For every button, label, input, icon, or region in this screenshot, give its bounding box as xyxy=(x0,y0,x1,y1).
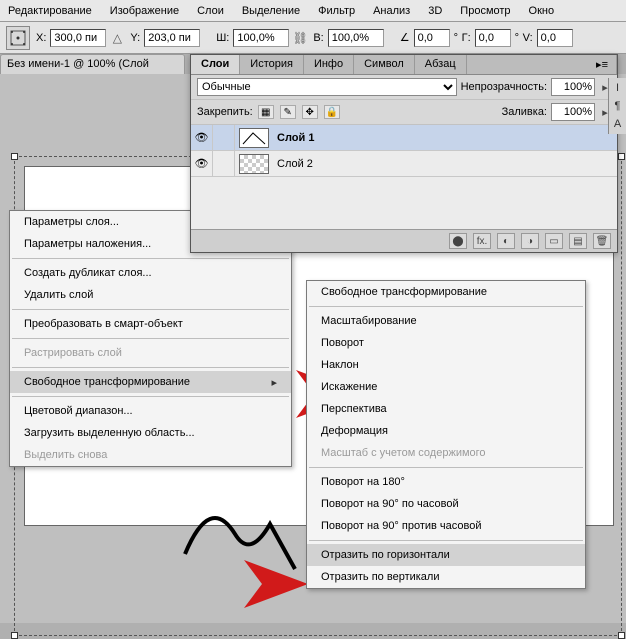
mask-icon[interactable]: ◐ xyxy=(497,233,515,249)
options-bar: X: △ Y: Ш: ⛓ В: ∠ ° Г: ° V: xyxy=(0,22,626,54)
layer-name[interactable]: Слой 1 xyxy=(277,132,314,144)
v-input[interactable] xyxy=(537,29,573,47)
menu-item[interactable]: Масштабирование xyxy=(307,310,585,332)
sidestrip-icon[interactable]: I xyxy=(616,82,619,94)
w-input[interactable] xyxy=(233,29,289,47)
link-icon[interactable]: ⛓ xyxy=(293,29,307,47)
menu-view[interactable]: Просмотр xyxy=(460,5,510,17)
tab-paragraph[interactable]: Абзац xyxy=(415,55,467,74)
menu-item: Выделить снова xyxy=(10,444,291,466)
menu-window[interactable]: Окно xyxy=(529,5,555,17)
layer-row[interactable]: 👁 Слой 1 xyxy=(191,125,617,151)
sidestrip-icon[interactable]: ¶ xyxy=(615,100,621,112)
reference-point-icon[interactable] xyxy=(6,26,30,50)
y-label: Y: xyxy=(130,32,140,44)
delete-icon[interactable]: 🗑 xyxy=(593,233,611,249)
fill-input[interactable] xyxy=(551,103,595,121)
menu-item[interactable]: Поворот на 90° против часовой xyxy=(307,515,585,537)
handle-ne[interactable] xyxy=(618,153,625,160)
fx-icon[interactable]: fx. xyxy=(473,233,491,249)
menu-item[interactable]: Отразить по вертикали xyxy=(307,566,585,588)
menubar: Редактирование Изображение Слои Выделени… xyxy=(0,0,626,22)
layers-panel: Слои История Инфо Символ Абзац ▸≡ Обычны… xyxy=(190,54,618,253)
opacity-input[interactable] xyxy=(551,78,595,96)
menu-item[interactable]: Наклон xyxy=(307,354,585,376)
h-label: В: xyxy=(313,32,323,44)
menu-item[interactable]: Искажение xyxy=(307,376,585,398)
side-toolstrip: I ¶ A xyxy=(608,78,626,134)
menu-item: Растрировать слой xyxy=(10,342,291,364)
v-label: V: xyxy=(523,32,533,44)
x-input[interactable] xyxy=(50,29,106,47)
lock-image-icon[interactable]: ✎ xyxy=(280,105,296,119)
menu-item[interactable]: Перспектива xyxy=(307,398,585,420)
menu-edit[interactable]: Редактирование xyxy=(8,5,92,17)
menu-item[interactable]: Свободное трансформирование xyxy=(307,281,585,303)
menu-3d[interactable]: 3D xyxy=(428,5,442,17)
new-layer-icon[interactable]: ▤ xyxy=(569,233,587,249)
visibility-icon[interactable]: 👁 xyxy=(191,125,213,150)
lock-position-icon[interactable]: ✥ xyxy=(302,105,318,119)
triangle-icon[interactable]: △ xyxy=(110,29,124,47)
menu-select[interactable]: Выделение xyxy=(242,5,300,17)
menu-item[interactable]: Свободное трансформирование xyxy=(10,371,291,393)
menu-item: Масштаб с учетом содержимого xyxy=(307,442,585,464)
blend-mode-select[interactable]: Обычные xyxy=(197,78,457,96)
tab-layers[interactable]: Слои xyxy=(191,55,240,74)
menu-item[interactable]: Отразить по горизонтали xyxy=(307,544,585,566)
menu-item[interactable]: Поворот на 180° xyxy=(307,471,585,493)
lock-all-icon[interactable]: 🔒 xyxy=(324,105,340,119)
handle-sw[interactable] xyxy=(11,632,18,639)
menu-layers[interactable]: Слои xyxy=(197,5,224,17)
w-label: Ш: xyxy=(216,32,229,44)
handle-nw[interactable] xyxy=(11,153,18,160)
x-label: X: xyxy=(36,32,46,44)
menu-filter[interactable]: Фильтр xyxy=(318,5,355,17)
layer-list: 👁 Слой 1 👁 Слой 2 xyxy=(191,125,617,229)
group-icon[interactable]: ▭ xyxy=(545,233,563,249)
panel-footer: ⬤ fx. ◐ ◑ ▭ ▤ 🗑 xyxy=(191,229,617,252)
layer-row[interactable]: 👁 Слой 2 xyxy=(191,151,617,177)
sidestrip-icon[interactable]: A xyxy=(614,118,621,130)
h-input[interactable] xyxy=(328,29,384,47)
context-menu-transform: Свободное трансформирование Масштабирован… xyxy=(306,280,586,589)
tab-history[interactable]: История xyxy=(240,55,304,74)
menu-item[interactable]: Преобразовать в смарт-объект xyxy=(10,313,291,335)
menu-item[interactable]: Поворот на 90° по часовой xyxy=(307,493,585,515)
menu-analysis[interactable]: Анализ xyxy=(373,5,410,17)
menu-item[interactable]: Деформация xyxy=(307,420,585,442)
handle-se[interactable] xyxy=(618,632,625,639)
layer-thumb[interactable] xyxy=(239,128,269,148)
opacity-label: Непрозрачность: xyxy=(461,81,547,93)
menu-item[interactable]: Цветовой диапазон... xyxy=(10,400,291,422)
menu-item[interactable]: Загрузить выделенную область... xyxy=(10,422,291,444)
y-input[interactable] xyxy=(144,29,200,47)
tab-symbol[interactable]: Символ xyxy=(354,55,415,74)
visibility-icon[interactable]: 👁 xyxy=(191,151,213,176)
lock-transparency-icon[interactable]: ▦ xyxy=(258,105,274,119)
document-tab[interactable]: Без имени-1 @ 100% (Слой xyxy=(0,54,185,74)
layer-name[interactable]: Слой 2 xyxy=(277,158,313,170)
tab-info[interactable]: Инфо xyxy=(304,55,354,74)
panel-tabs: Слои История Инфо Символ Абзац ▸≡ xyxy=(191,55,617,75)
panel-menu-icon[interactable]: ▸≡ xyxy=(588,55,617,74)
adjustment-icon[interactable]: ◑ xyxy=(521,233,539,249)
g-input[interactable] xyxy=(475,29,511,47)
menu-item[interactable]: Создать дубликат слоя... xyxy=(10,262,291,284)
layer-thumb[interactable] xyxy=(239,154,269,174)
link-layers-icon[interactable]: ⬤ xyxy=(449,233,467,249)
link-column[interactable] xyxy=(213,125,235,150)
g-label: Г: xyxy=(462,32,471,44)
menu-item[interactable]: Удалить слой xyxy=(10,284,291,306)
angle-label: ∠ xyxy=(400,31,410,44)
menu-item[interactable]: Поворот xyxy=(307,332,585,354)
fill-label: Заливка: xyxy=(502,106,547,118)
link-column[interactable] xyxy=(213,151,235,176)
menu-image[interactable]: Изображение xyxy=(110,5,179,17)
angle-input[interactable] xyxy=(414,29,450,47)
lock-label: Закрепить: xyxy=(197,106,253,118)
